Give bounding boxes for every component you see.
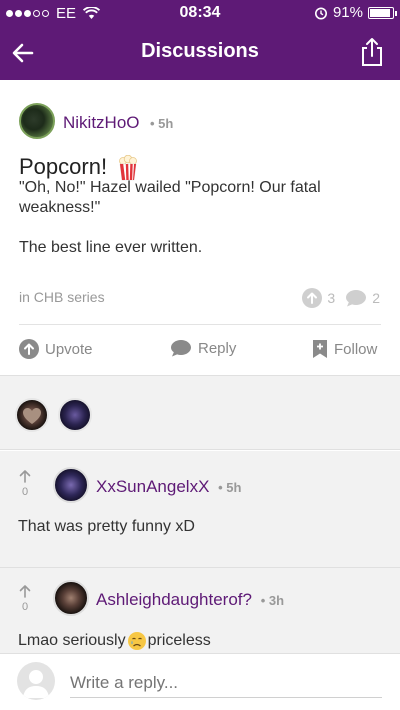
post-card: NikitzHoO • 5h Popcorn! "Oh, No!" Hazel …: [0, 80, 400, 375]
post-body-paragraph: The best line ever written.: [19, 239, 203, 256]
comment-text-end: priceless: [147, 632, 211, 649]
comment-time: • 5h: [218, 480, 242, 495]
page-title: Discussions: [141, 40, 259, 62]
comment-vote[interactable]: 0: [15, 584, 35, 613]
reply-button[interactable]: Reply: [170, 339, 236, 357]
follow-label: Follow: [334, 340, 378, 358]
post-title-text: Popcorn!: [19, 154, 108, 179]
nav-bar: Discussions: [0, 26, 400, 80]
commenter-avatar[interactable]: [53, 580, 89, 616]
post-category[interactable]: in CHB series: [19, 289, 105, 305]
comment-vote[interactable]: 0: [15, 469, 35, 498]
comment-vote-count: 0: [21, 601, 29, 613]
upvote-circle-icon: [302, 288, 323, 308]
comment-text-start: Lmao seriously: [18, 632, 126, 649]
heart-icon: [23, 408, 41, 424]
upvote-button[interactable]: Upvote: [19, 339, 93, 359]
post-time: • 5h: [150, 116, 174, 131]
reply-bar: [0, 653, 400, 710]
comment-item: 0 XxSunAngelxX • 5h That was pretty funn…: [0, 451, 400, 567]
commenter-name[interactable]: Ashleighdaughterof? • 3h: [96, 590, 284, 610]
author-avatar[interactable]: [19, 103, 55, 139]
comment-bubble-icon: [346, 290, 367, 307]
upvote-count-value: 3: [327, 290, 336, 306]
liker-avatar[interactable]: [15, 398, 49, 432]
follow-button[interactable]: Follow: [312, 339, 377, 359]
post-divider: [19, 324, 381, 325]
crying-emoji-icon: [127, 632, 146, 650]
user-avatar: [17, 662, 55, 700]
upvote-icon: [19, 339, 39, 359]
post-counts: 3 2: [302, 288, 380, 308]
liker-avatar[interactable]: [58, 398, 92, 432]
arrow-up-icon: [19, 585, 31, 598]
comment-time: • 3h: [260, 593, 285, 608]
alarm-icon: [314, 7, 327, 19]
upvote-label: Upvote: [45, 340, 93, 358]
battery-percent: 91%: [332, 4, 363, 21]
battery-fill: [370, 8, 391, 17]
reply-bubble-icon: [171, 340, 191, 357]
post-body: "Oh, No!" Hazel wailed "Popcorn! Our fat…: [19, 178, 379, 278]
post-body-paragraph: "Oh, No!" Hazel wailed "Popcorn! Our fat…: [19, 179, 321, 216]
reply-input[interactable]: [70, 668, 382, 698]
comment-count-value: 2: [372, 290, 380, 306]
post-actions: Upvote Reply Follow: [0, 335, 400, 365]
user-silhouette-icon: [23, 670, 49, 698]
commenter-name[interactable]: XxSunAngelxX • 5h: [96, 477, 241, 497]
share-icon[interactable]: [360, 37, 384, 67]
commenter-name-text: XxSunAngelxX: [96, 477, 210, 496]
commenter-name-text: Ashleighdaughterof?: [96, 590, 252, 609]
reply-label: Reply: [198, 339, 237, 357]
author-name[interactable]: NikitzHoO: [63, 113, 140, 133]
commenter-avatar[interactable]: [53, 467, 89, 503]
comment-item: 0 Ashleighdaughterof? • 3h Lmao seriousl…: [0, 568, 400, 653]
battery-icon: [368, 6, 397, 19]
likers-band: [0, 375, 400, 450]
upvote-count: 3: [302, 288, 335, 308]
comment-vote-count: 0: [21, 486, 29, 498]
bookmark-plus-icon: [313, 340, 327, 358]
arrow-up-icon: [19, 470, 31, 483]
comment-text: Lmao seriously priceless: [18, 631, 211, 651]
status-right: 91%: [314, 4, 397, 21]
status-bar: EE 08:34 91%: [0, 0, 400, 26]
comment-text: That was pretty funny xD: [18, 518, 195, 535]
comment-count: 2: [345, 289, 380, 307]
